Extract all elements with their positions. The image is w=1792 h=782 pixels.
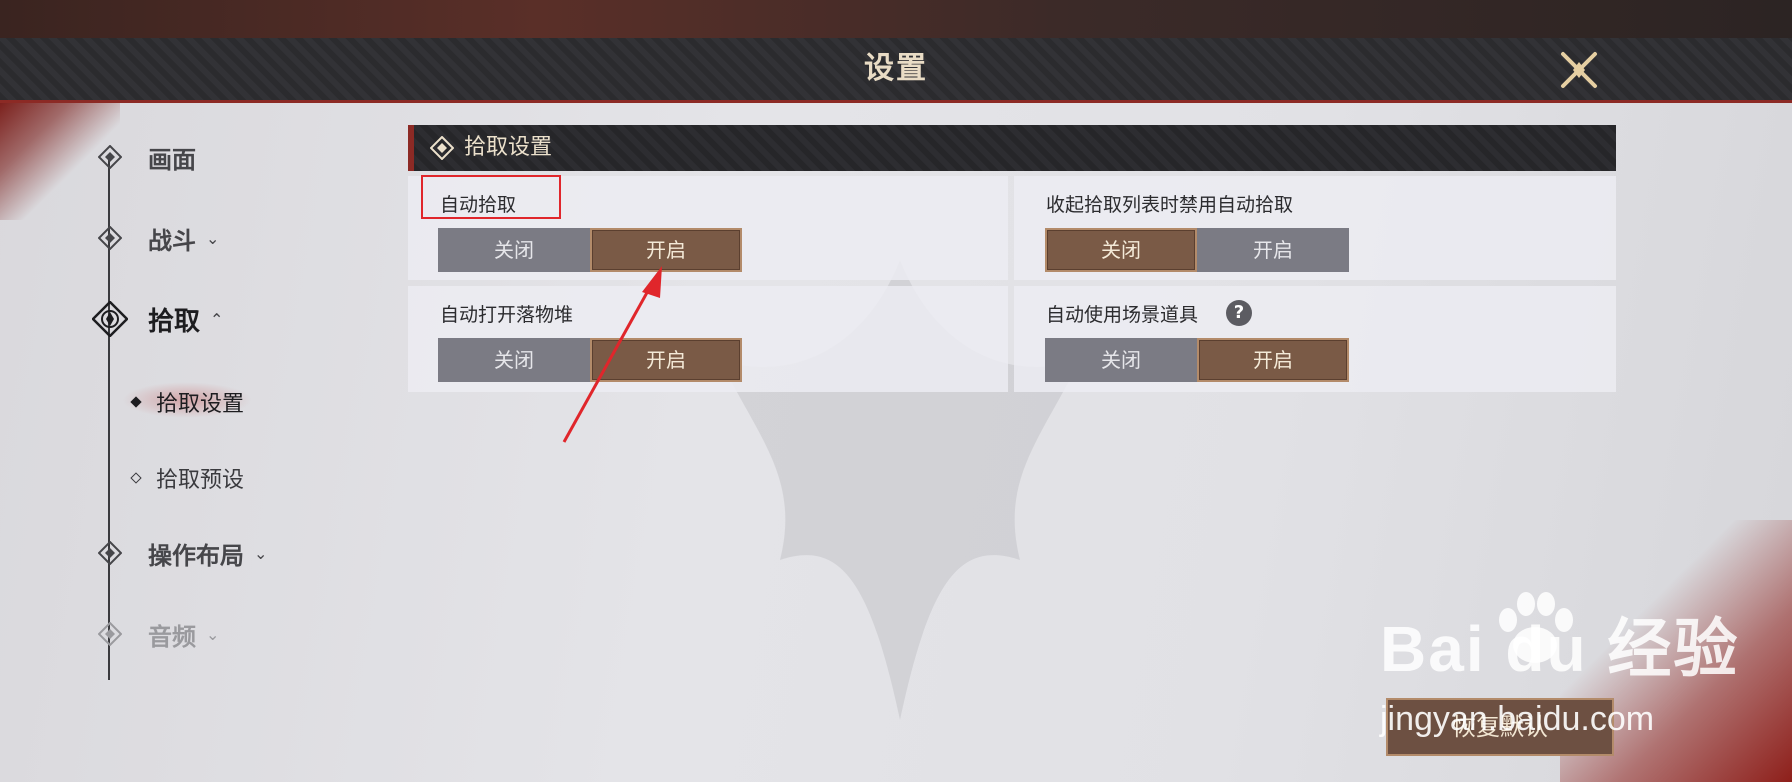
sidebar-item-combat[interactable]: 战斗 ⌄ — [90, 218, 219, 258]
subitem-pickup-settings[interactable]: 拾取设置 — [130, 386, 245, 418]
diamond-icon — [90, 218, 130, 258]
title-bar: 设置 — [0, 38, 1792, 103]
chevron-down-icon: ⌄ — [254, 543, 268, 563]
toggle-on-button[interactable]: 开启 — [1197, 338, 1349, 382]
compass-diamond-icon — [90, 299, 130, 339]
watermark-brand: Bai du 经验 — [1380, 613, 1740, 685]
subitem-label: 拾取设置 — [156, 392, 245, 417]
sidebar-item-audio[interactable]: 音频 ⌄ — [90, 614, 219, 654]
sidebar-item-label: 操作布局 — [148, 541, 244, 570]
sidebar-item-label: 战斗 — [148, 226, 196, 255]
bullet-icon — [130, 396, 142, 408]
sidebar-item-pickup[interactable]: 拾取 ⌃ — [90, 299, 223, 339]
sidebar-item-label: 拾取 — [148, 306, 201, 337]
sidebar-item-display[interactable]: 画面 — [90, 137, 196, 177]
annotation-highlight-box — [421, 175, 561, 219]
setting-label: 收起拾取列表时禁用自动拾取 — [1046, 194, 1294, 216]
chevron-down-icon: ⌄ — [206, 624, 220, 644]
sidebar-item-controls[interactable]: 操作布局 ⌄ — [90, 533, 267, 573]
diamond-icon — [90, 533, 130, 573]
auto-use-props-toggle[interactable]: 关闭 开启 — [1045, 338, 1349, 382]
subitem-pickup-presets[interactable]: 拾取预设 — [130, 462, 245, 494]
sidebar-item-label: 画面 — [148, 145, 196, 174]
section-title: 拾取设置 — [464, 135, 553, 160]
subitem-label: 拾取预设 — [156, 468, 245, 493]
disable-auto-pickup-toggle[interactable]: 关闭 开启 — [1045, 228, 1349, 272]
section-header: 拾取设置 — [408, 125, 1616, 171]
diamond-icon — [90, 614, 130, 654]
toggle-off-button[interactable]: 关闭 — [1045, 338, 1197, 382]
page-title: 设置 — [864, 51, 928, 86]
background-scenery — [0, 0, 1792, 40]
setting-label: 自动使用场景道具 — [1046, 304, 1199, 326]
diamond-icon — [90, 137, 130, 177]
help-icon[interactable]: ? — [1226, 300, 1252, 326]
chevron-up-icon: ⌃ — [210, 309, 224, 329]
annotation-arrow — [562, 266, 662, 443]
watermark-url: jingyan.baidu.com — [1380, 700, 1655, 738]
bullet-icon — [130, 472, 142, 484]
chevron-down-icon: ⌄ — [206, 228, 220, 248]
close-icon[interactable] — [1555, 48, 1603, 92]
toggle-on-button[interactable]: 开启 — [1197, 228, 1349, 272]
toggle-off-button[interactable]: 关闭 — [1045, 228, 1197, 272]
diamond-icon — [430, 136, 454, 160]
sidebar-item-label: 音频 — [148, 622, 196, 651]
